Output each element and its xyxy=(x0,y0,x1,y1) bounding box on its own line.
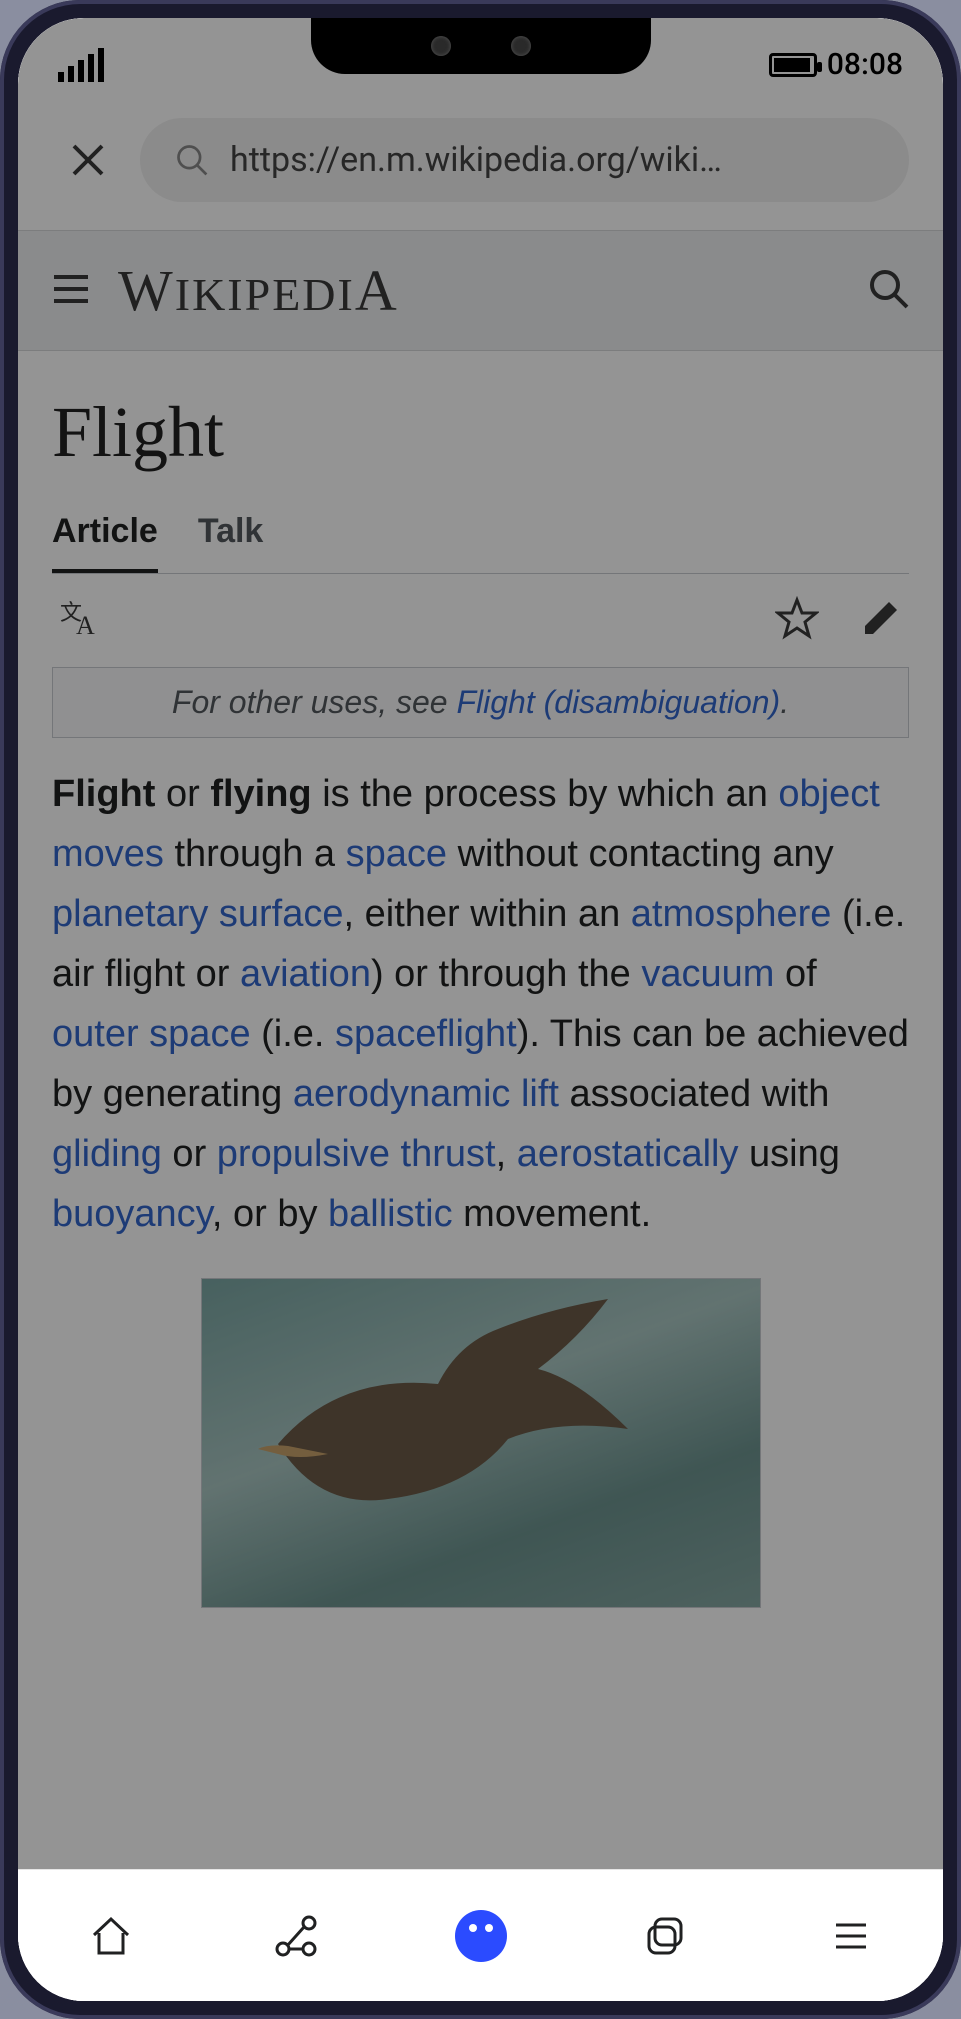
link-aerodynamic-lift[interactable]: aerodynamic lift xyxy=(293,1073,559,1115)
link-outer-space[interactable]: outer space xyxy=(52,1013,251,1055)
bold-flying: flying xyxy=(210,773,311,815)
screen: 08:08 https://en.m.wikipedia.org/wiki… xyxy=(18,18,943,2001)
svg-text:A: A xyxy=(76,611,95,640)
browser-bottom-nav xyxy=(18,1869,943,2001)
link-moves[interactable]: moves xyxy=(52,833,164,875)
browser-toolbar: https://en.m.wikipedia.org/wiki… xyxy=(18,90,943,230)
hatnote-prefix: For other uses, see xyxy=(172,684,457,720)
tabs-button[interactable] xyxy=(631,1901,701,1971)
article-body[interactable]: Flight Article Talk 文 A xyxy=(18,351,943,2001)
pencil-icon xyxy=(859,596,903,640)
menu-lines-icon xyxy=(826,1911,876,1961)
bird-silhouette-icon xyxy=(238,1294,678,1554)
link-object[interactable]: object xyxy=(778,773,879,815)
clock: 08:08 xyxy=(827,47,903,82)
hatnote: For other uses, see Flight (disambiguati… xyxy=(52,667,909,738)
hatnote-link[interactable]: Flight (disambiguation) xyxy=(456,684,780,720)
lead-paragraph: Flight or flying is the process by which… xyxy=(52,764,909,1244)
battery-icon xyxy=(769,53,817,77)
link-spaceflight[interactable]: spaceflight xyxy=(335,1013,517,1055)
pelican-image xyxy=(201,1278,761,1608)
assistant-button[interactable] xyxy=(446,1901,516,1971)
share-button[interactable] xyxy=(261,1901,331,1971)
hamburger-icon xyxy=(50,268,92,310)
tabs-icon xyxy=(641,1911,691,1961)
home-button[interactable] xyxy=(76,1901,146,1971)
search-icon xyxy=(867,267,911,311)
language-button[interactable]: 文 A xyxy=(58,596,102,645)
tab-article[interactable]: Article xyxy=(52,502,158,573)
url-text: https://en.m.wikipedia.org/wiki… xyxy=(230,140,875,180)
page-content: 08:08 https://en.m.wikipedia.org/wiki… xyxy=(18,18,943,2001)
close-tab-button[interactable] xyxy=(64,136,112,184)
menu-button[interactable] xyxy=(50,268,92,314)
hatnote-suffix: . xyxy=(780,684,789,720)
link-propulsive-thrust[interactable]: propulsive thrust xyxy=(217,1133,496,1175)
signal-icon xyxy=(58,48,104,82)
link-buoyancy[interactable]: buoyancy xyxy=(52,1193,212,1235)
phone-frame: 08:08 https://en.m.wikipedia.org/wiki… xyxy=(0,0,961,2019)
search-icon xyxy=(174,142,210,178)
link-ballistic[interactable]: ballistic xyxy=(328,1193,453,1235)
language-icon: 文 A xyxy=(58,596,102,640)
tab-talk[interactable]: Talk xyxy=(198,502,264,573)
assistant-icon xyxy=(455,1910,507,1962)
notch xyxy=(311,18,651,74)
wikipedia-logo[interactable]: WIKIPEDIA xyxy=(118,257,399,324)
link-gliding[interactable]: gliding xyxy=(52,1133,162,1175)
star-icon xyxy=(775,596,819,640)
url-bar[interactable]: https://en.m.wikipedia.org/wiki… xyxy=(140,118,909,202)
close-icon xyxy=(68,140,108,180)
share-icon xyxy=(271,1911,321,1961)
watchlist-button[interactable] xyxy=(775,596,819,645)
edit-button[interactable] xyxy=(859,596,903,645)
home-icon xyxy=(86,1911,136,1961)
wikipedia-header: WIKIPEDIA xyxy=(18,230,943,351)
menu-button[interactable] xyxy=(816,1901,886,1971)
link-aerostatically[interactable]: aerostatically xyxy=(517,1133,739,1175)
link-planetary-surface[interactable]: planetary surface xyxy=(52,893,344,935)
page-title: Flight xyxy=(52,391,909,474)
link-atmosphere[interactable]: atmosphere xyxy=(631,893,832,935)
link-vacuum[interactable]: vacuum xyxy=(641,953,774,995)
lead-image[interactable] xyxy=(52,1278,909,1608)
article-tabs: Article Talk xyxy=(52,502,909,574)
link-aviation[interactable]: aviation xyxy=(240,953,371,995)
wiki-search-button[interactable] xyxy=(867,267,911,315)
article-tool-row: 文 A xyxy=(52,574,909,667)
bold-flight: Flight xyxy=(52,773,155,815)
link-space[interactable]: space xyxy=(346,833,447,875)
